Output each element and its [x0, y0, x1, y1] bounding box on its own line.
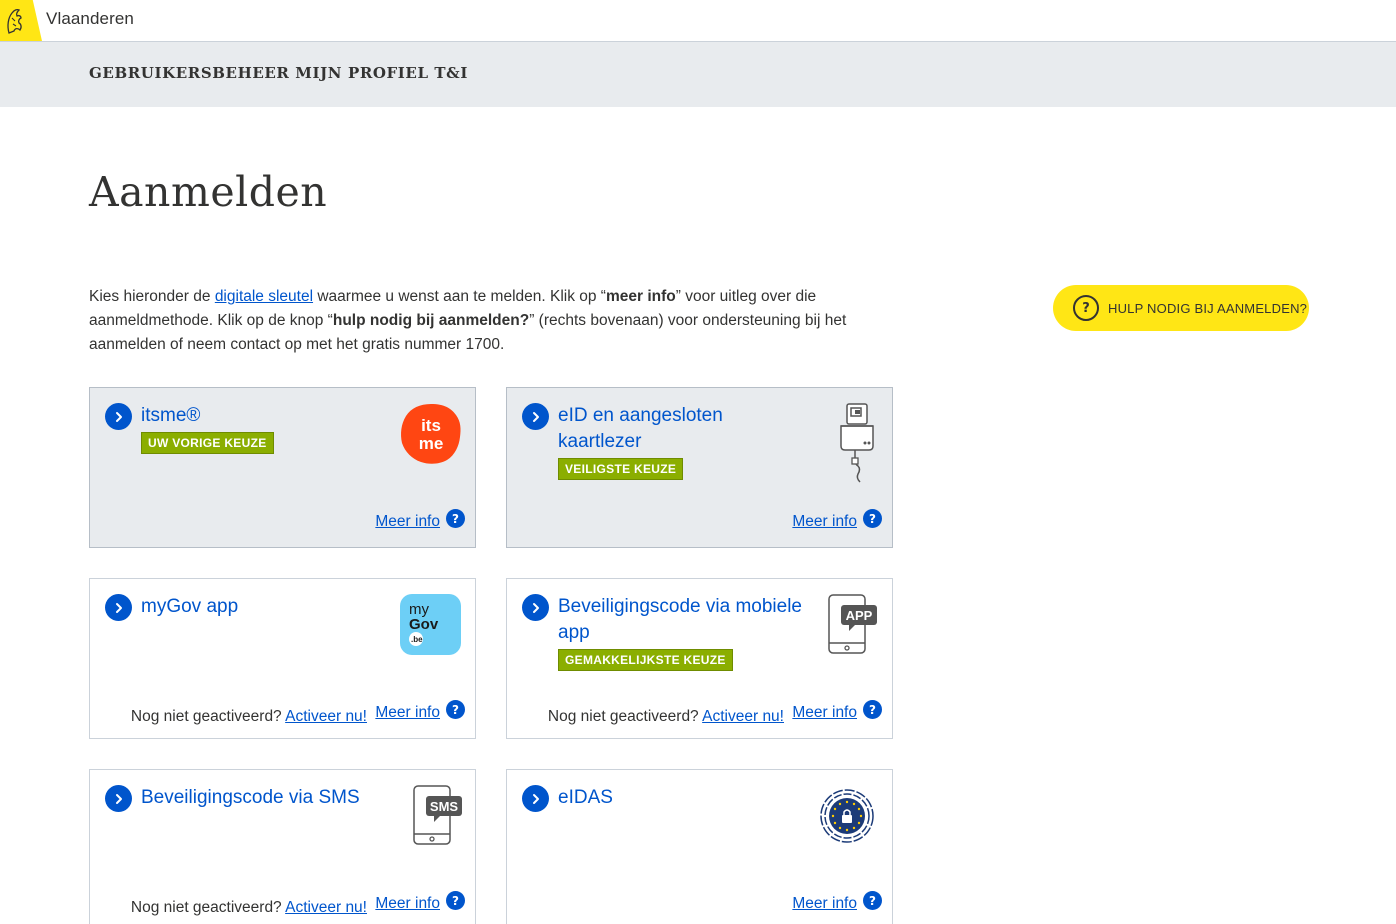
chevron-right-icon[interactable] [105, 785, 132, 812]
method-title[interactable]: Beveiligingscode via mobiele app [558, 594, 818, 646]
eidas-logo-icon [819, 788, 875, 848]
meer-info-link[interactable]: Meer info [792, 704, 857, 722]
method-title-block: eIDAS [558, 785, 798, 811]
login-method-card-itsme[interactable]: itsme® UW VORIGE KEUZE its me Meer info … [89, 387, 476, 548]
chevron-right-icon[interactable] [522, 403, 549, 430]
method-title-block: itsme® UW VORIGE KEUZE [141, 403, 381, 455]
activation-prompt: Nog niet geactiveerd? Activeer nu! [548, 708, 784, 726]
method-title-block: Beveiligingscode via mobiele app GEMAKKE… [558, 594, 818, 672]
meer-info-link[interactable]: Meer info [375, 704, 440, 722]
method-title[interactable]: eID en aangesloten kaartlezer [558, 403, 798, 455]
method-title[interactable]: Beveiligingscode via SMS [141, 785, 401, 811]
question-circle-icon: ? [1073, 295, 1099, 321]
help-question-icon[interactable]: ? [446, 509, 465, 528]
chevron-right-icon[interactable] [522, 594, 549, 621]
help-question-icon[interactable]: ? [863, 891, 882, 910]
mygov-logo-text: .be [411, 635, 423, 644]
app-title[interactable]: GEBRUIKERSBEHEER MIJN PROFIEL T&I [89, 64, 468, 82]
login-method-card-mobile-app[interactable]: Beveiligingscode via mobiele app GEMAKKE… [506, 578, 893, 739]
help-login-button[interactable]: ? HULP NODIG BIJ AANMELDEN? [1053, 285, 1309, 331]
flanders-lion-logo-icon[interactable] [0, 0, 42, 41]
intro-text-part: waarmee u wenst aan te melden. Klik op “ [313, 288, 606, 305]
meer-info-link[interactable]: Meer info [792, 895, 857, 913]
brand-name[interactable]: Vlaanderen [46, 9, 134, 29]
phone-sms-label: SMS [430, 799, 459, 814]
method-title[interactable]: itsme® [141, 403, 381, 429]
itsme-logo-icon: its me [400, 403, 462, 469]
card-reader-icon [837, 402, 877, 490]
chevron-right-icon[interactable] [105, 594, 132, 621]
meer-info-link[interactable]: Meer info [792, 513, 857, 531]
method-title[interactable]: eIDAS [558, 785, 798, 811]
method-badge: GEMAKKELIJKSTE KEUZE [558, 649, 733, 671]
not-activated-text: Nog niet geactiveerd? [130, 899, 282, 916]
help-question-icon[interactable]: ? [863, 509, 882, 528]
help-question-icon[interactable]: ? [446, 700, 465, 719]
activate-now-link[interactable]: Activeer nu! [285, 708, 367, 725]
meer-info-link[interactable]: Meer info [375, 513, 440, 531]
login-method-card-mygov[interactable]: myGov app my Gov .be Nog niet geactiveer… [89, 578, 476, 739]
global-header: Vlaanderen [0, 0, 1396, 42]
mygov-logo-text: Gov [409, 616, 439, 633]
method-title-block: eID en aangesloten kaartlezer VEILIGSTE … [558, 403, 798, 481]
help-login-label: HULP NODIG BIJ AANMELDEN? [1108, 300, 1308, 316]
chevron-right-icon[interactable] [522, 785, 549, 812]
intro-bold-hulp: hulp nodig bij aanmelden? [332, 312, 530, 329]
activate-now-link[interactable]: Activeer nu! [285, 899, 367, 916]
login-method-card-eidas[interactable]: eIDAS Meer info ? [506, 769, 893, 924]
method-title[interactable]: myGov app [141, 594, 381, 620]
method-title-block: Beveiligingscode via SMS [141, 785, 401, 811]
phone-sms-icon: SMS [412, 784, 464, 850]
chevron-right-icon[interactable] [105, 403, 132, 430]
activation-prompt: Nog niet geactiveerd? Activeer nu! [131, 899, 367, 917]
method-badge: UW VORIGE KEUZE [141, 432, 274, 454]
phone-app-icon: APP [827, 593, 879, 659]
meer-info-link[interactable]: Meer info [375, 895, 440, 913]
method-title-block: myGov app [141, 594, 381, 620]
activate-now-link[interactable]: Activeer nu! [702, 708, 784, 725]
itsme-logo-text: its [421, 416, 441, 435]
help-question-icon[interactable]: ? [446, 891, 465, 910]
help-question-icon[interactable]: ? [863, 700, 882, 719]
page-title: Aanmelden [89, 168, 328, 216]
activation-prompt: Nog niet geactiveerd? Activeer nu! [131, 708, 367, 726]
mygov-logo-icon: my Gov .be [400, 594, 461, 659]
intro-text: Kies hieronder de digitale sleutel waarm… [89, 285, 849, 357]
phone-app-label: APP [846, 608, 873, 623]
method-badge: VEILIGSTE KEUZE [558, 458, 684, 480]
intro-bold-meer-info: meer info [605, 288, 676, 305]
not-activated-text: Nog niet geactiveerd? [130, 708, 282, 725]
login-method-card-sms[interactable]: Beveiligingscode via SMS SMS Nog niet ge… [89, 769, 476, 924]
app-header: GEBRUIKERSBEHEER MIJN PROFIEL T&I [0, 42, 1396, 107]
itsme-logo-text: me [419, 434, 444, 453]
intro-text-part: Kies hieronder de [89, 288, 215, 305]
login-method-card-eid[interactable]: eID en aangesloten kaartlezer VEILIGSTE … [506, 387, 893, 548]
not-activated-text: Nog niet geactiveerd? [547, 708, 699, 725]
digitale-sleutel-link[interactable]: digitale sleutel [215, 288, 313, 305]
